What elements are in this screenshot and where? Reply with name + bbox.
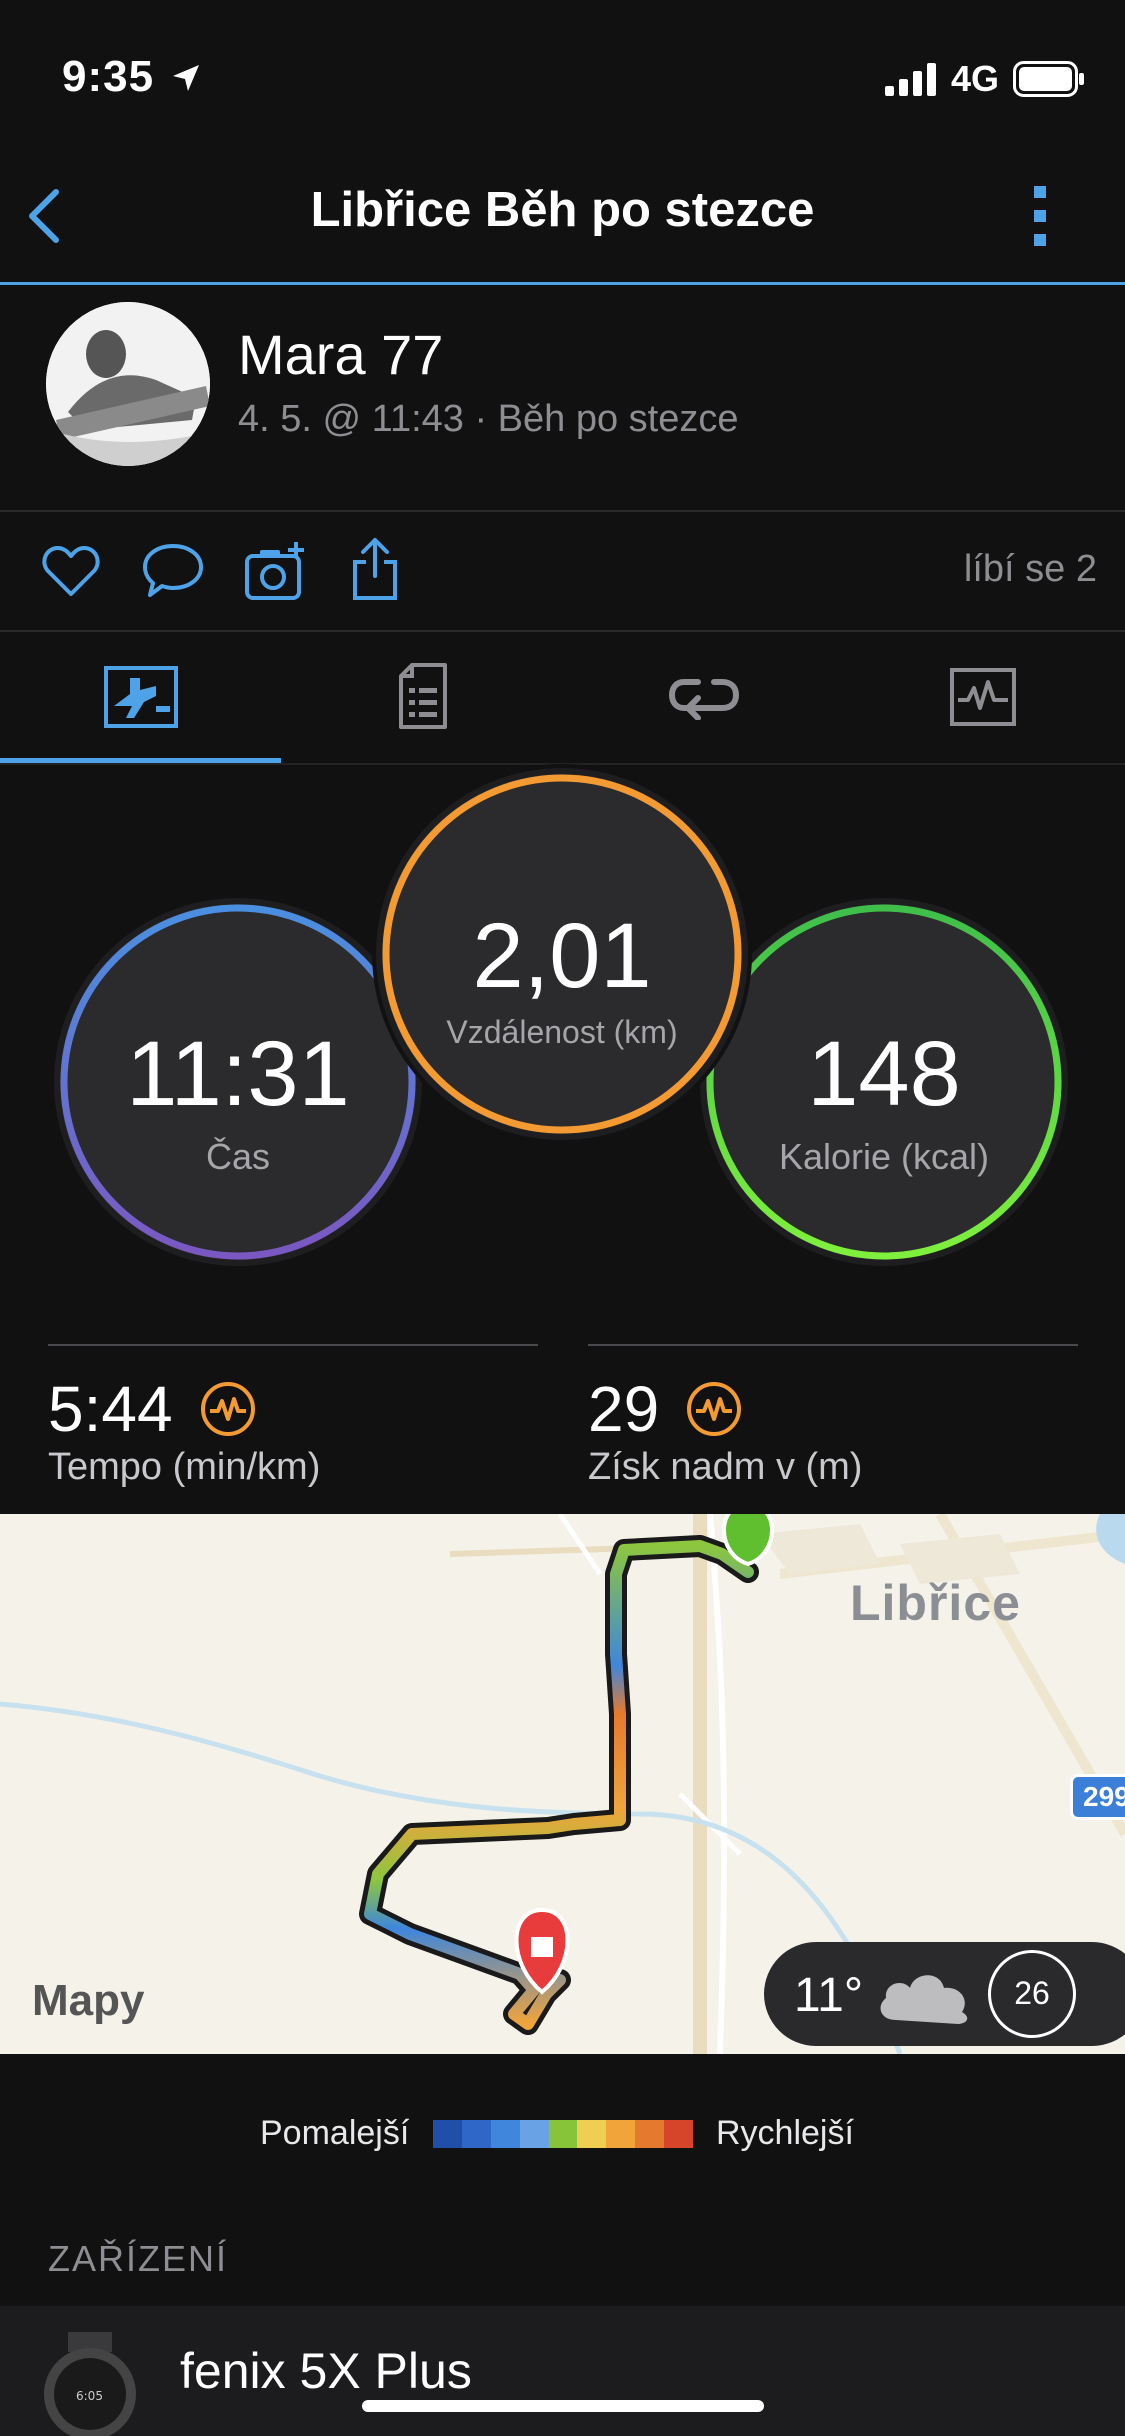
legend-swatch: [490, 2120, 520, 2148]
time-label: Čas: [205, 1136, 271, 1177]
legend-slower-label: Pomalejší: [260, 2114, 410, 2152]
stat-elevation[interactable]: 29 Získ nadm v (m): [588, 1372, 862, 1489]
elevation-label: Získ nadm v (m): [588, 1446, 863, 1488]
cloud-icon: [880, 1975, 968, 2024]
stat-divider: [48, 1344, 538, 1346]
pulse-badge-icon: [200, 1382, 255, 1436]
tab-laps-icon[interactable]: [668, 676, 740, 720]
pace-value: 5:44: [48, 1373, 173, 1445]
legend-swatch: [635, 2120, 665, 2148]
comment-icon[interactable]: [142, 542, 204, 600]
divider: [0, 510, 1125, 512]
distance-value: 2,01: [472, 905, 652, 1007]
calories-value: 148: [807, 1023, 961, 1125]
metric-time[interactable]: 11:31 Čas: [52, 896, 424, 1268]
activity-subtitle: 4. 5. @ 11:43 · Běh po stezce: [238, 398, 739, 440]
legend-swatch: [664, 2120, 694, 2148]
calories-label: Kalorie (kcal): [778, 1136, 990, 1177]
battery-icon: [1013, 61, 1084, 97]
metric-calories[interactable]: 148 Kalorie (kcal): [698, 896, 1070, 1268]
wind-speed: 26: [1014, 1975, 1050, 2011]
share-icon[interactable]: [350, 536, 400, 602]
pulse-badge-icon: [687, 1382, 742, 1436]
route-map[interactable]: Libřice 299 Mapy 11° 26: [0, 1514, 1125, 2054]
legend-swatch: [606, 2120, 636, 2148]
user-name[interactable]: Mara 77: [238, 322, 443, 387]
pace-label: Tempo (min/km): [48, 1446, 321, 1488]
signal-icon: [884, 63, 936, 96]
page-title: Libřice Běh po stezce: [310, 183, 815, 237]
legend-swatch: [519, 2120, 549, 2148]
avatar[interactable]: [46, 302, 210, 466]
svg-text:6:05: 6:05: [76, 2389, 103, 2403]
location-arrow-icon: [173, 65, 200, 91]
stat-pace[interactable]: 5:44 Tempo (min/km): [48, 1372, 320, 1489]
road-number-badge: 299: [1070, 1774, 1125, 1820]
legend-swatch: [577, 2120, 607, 2148]
tab-overview-icon[interactable]: [104, 666, 178, 728]
wind-dial: 26: [988, 1950, 1076, 2038]
stat-divider: [588, 1344, 1078, 1346]
legend-faster-label: Rychlejší: [716, 2114, 854, 2152]
device-row[interactable]: 6:05 fenix 5X Plus: [0, 2306, 1125, 2436]
distance-label: Vzdálenost (km): [446, 1014, 678, 1050]
section-title-devices: ZAŘÍZENÍ: [48, 2238, 229, 2279]
tab-charts-icon[interactable]: [950, 668, 1016, 726]
home-indicator[interactable]: [362, 2400, 764, 2412]
map-town-label: Libřice: [850, 1575, 1021, 1631]
add-photo-icon[interactable]: [244, 540, 306, 602]
divider: [0, 630, 1125, 632]
status-indicators: 4G: [884, 58, 1085, 100]
legend-swatch: [433, 2120, 462, 2148]
more-options-icon[interactable]: [1028, 184, 1052, 248]
network-type: 4G: [950, 58, 999, 99]
watch-icon: 6:05: [44, 2332, 136, 2436]
speed-legend-bar: [433, 2120, 694, 2148]
device-name: fenix 5X Plus: [180, 2343, 472, 2399]
metric-distance[interactable]: 2,01 Vzdálenost (km): [372, 764, 752, 1144]
like-heart-icon[interactable]: [42, 544, 100, 598]
likes-count[interactable]: líbí se 2: [964, 548, 1097, 591]
map-attribution[interactable]: Mapy: [32, 1976, 144, 2026]
nav-divider: [0, 282, 1125, 285]
temperature: 11°: [794, 1969, 864, 2022]
tab-details-icon[interactable]: [398, 662, 448, 730]
elevation-value: 29: [588, 1373, 660, 1445]
legend-swatch: [548, 2120, 578, 2148]
avatar-photo: [46, 302, 210, 466]
legend-swatch: [461, 2120, 491, 2148]
status-time: 9:35: [62, 52, 201, 102]
weather-widget[interactable]: 11° 26: [764, 1942, 1125, 2046]
time-value: 11:31: [126, 1023, 350, 1125]
